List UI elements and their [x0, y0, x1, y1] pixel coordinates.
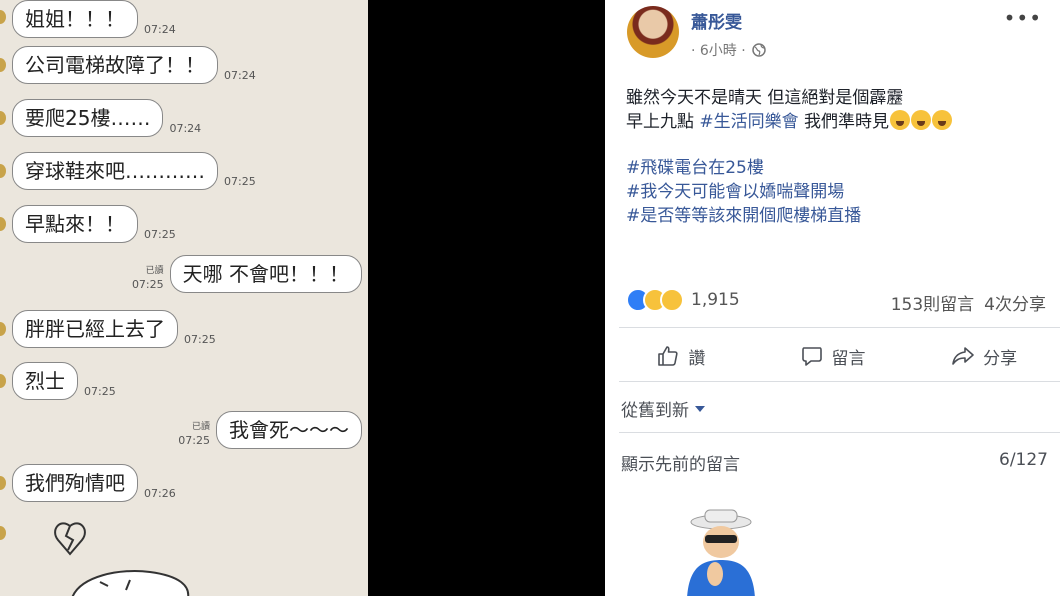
hashtag-link[interactable]: #生活同樂會 — [699, 112, 798, 132]
crying-emoji-icon — [932, 110, 953, 130]
comment-icon — [801, 347, 822, 366]
comment-pagination-count: 6/127 — [999, 450, 1048, 470]
message-time: 07:25 — [178, 434, 210, 447]
message-time: 07:24 — [144, 23, 176, 36]
more-icon[interactable]: ••• — [1004, 6, 1042, 30]
chat-message: 我們殉情吧 07:26 — [0, 464, 182, 502]
read-receipt: 已讀 — [145, 266, 164, 276]
message-bubble: 姐姐！！！ — [12, 0, 138, 38]
chat-panel: 姐姐！！！ 07:24 公司電梯故障了！！ 07:24 要爬25樓…… 07:2… — [0, 0, 368, 596]
author-name[interactable]: 蕭彤雯 — [691, 8, 742, 33]
message-bubble: 天哪 不會吧！！！ — [169, 255, 362, 293]
message-time: 07:25 — [131, 278, 164, 291]
message-bubble: 穿球鞋來吧………… — [12, 152, 218, 190]
post-time[interactable]: · 6小時 · — [691, 40, 746, 60]
chat-message: 姐姐！！！ 07:24 — [0, 0, 182, 38]
share-label: 分享 — [983, 348, 1018, 369]
post-text: 我們準時見 — [798, 112, 890, 132]
message-meta: 已讀 07:25 — [132, 265, 164, 291]
message-time: 07:25 — [84, 385, 116, 398]
message-time: 07:25 — [144, 228, 176, 241]
message-time: 07:26 — [144, 487, 176, 500]
avatar — [0, 164, 6, 178]
hashtag-link[interactable]: #是否等等該來開個爬樓梯直播 — [626, 204, 1046, 228]
comments-count-link[interactable]: 153則留言 — [891, 290, 974, 315]
avatar — [0, 217, 6, 231]
message-meta: 已讀 07:25 — [178, 421, 210, 447]
message-bubble: 烈士 — [12, 362, 78, 400]
chat-message: 早點來！！ 07:25 — [0, 205, 182, 243]
view-previous-comments-link[interactable]: 顯示先前的留言 — [621, 450, 740, 475]
divider — [619, 381, 1060, 382]
message-time: 07:24 — [224, 69, 256, 82]
avatar — [0, 58, 6, 72]
chat-message-outgoing: 已讀 07:25 天哪 不會吧！！！ — [132, 255, 362, 293]
chat-message-outgoing: 已讀 07:25 我會死～～～ — [178, 411, 362, 449]
share-icon — [952, 347, 974, 365]
broken-heart-sticker — [54, 522, 190, 596]
sort-label: 從舊到新 — [621, 401, 689, 421]
chat-message: 公司電梯故障了！！ 07:24 — [0, 46, 262, 84]
crying-emoji-icon — [911, 110, 932, 130]
reactions-summary[interactable]: 1,915 — [626, 288, 740, 312]
black-divider — [368, 0, 605, 596]
like-label: 讚 — [688, 348, 706, 369]
divider — [619, 432, 1060, 433]
message-bubble: 公司電梯故障了！！ — [12, 46, 218, 84]
chat-message: 要爬25樓…… 07:24 — [0, 99, 207, 137]
avatar — [0, 526, 6, 540]
read-receipt: 已讀 — [191, 422, 210, 432]
divider — [619, 327, 1060, 328]
post-text: 早上九點 — [626, 112, 700, 132]
chat-message: 穿球鞋來吧………… 07:25 — [0, 152, 262, 190]
message-bubble: 要爬25樓…… — [12, 99, 164, 137]
message-time: 07:25 — [184, 333, 216, 346]
comment-label: 留言 — [831, 348, 866, 369]
post-line: 雖然今天不是晴天 但這絕對是個霹靂 — [626, 88, 904, 108]
post-line: 早上九點 #生活同樂會 我們準時見 — [626, 110, 1046, 134]
wow-reaction-icon — [660, 288, 684, 312]
message-bubble: 我會死～～～ — [216, 411, 362, 449]
hashtag-link[interactable]: #飛碟電台在25樓 — [626, 156, 1046, 180]
message-bubble: 早點來！！ — [12, 205, 138, 243]
message-bubble: 胖胖已經上去了 — [12, 310, 178, 348]
post-body: 雖然今天不是晴天 但這絕對是個霹靂 早上九點 #生活同樂會 我們準時見 #飛碟電… — [626, 86, 1046, 228]
message-time: 07:25 — [224, 175, 256, 188]
caret-down-icon — [695, 405, 705, 412]
cartoon-sticker — [687, 509, 755, 596]
crying-emoji-icon — [890, 110, 911, 130]
message-bubble: 我們殉情吧 — [12, 464, 138, 502]
post-actions: 讚 留言 分享 — [605, 336, 1060, 376]
post-stats: 153則留言 4次分享 — [891, 290, 1046, 315]
chat-message: 烈士 07:25 — [0, 362, 122, 400]
shares-count-link[interactable]: 4次分享 — [984, 290, 1046, 315]
avatar — [0, 374, 6, 388]
thumbs-up-icon — [658, 346, 678, 366]
message-time: 07:24 — [169, 122, 202, 135]
avatar — [0, 10, 6, 24]
share-button[interactable]: 分享 — [908, 336, 1060, 376]
globe-icon — [751, 43, 766, 57]
like-button[interactable]: 讚 — [605, 336, 757, 376]
reactions-count: 1,915 — [691, 290, 740, 310]
avatar — [0, 476, 6, 490]
comment-sort-dropdown[interactable]: 從舊到新 — [621, 396, 705, 421]
facebook-post: 蕭彤雯 · 6小時 · ••• 雖然今天不是晴天 但這絕對是個霹靂 早上九點 #… — [605, 0, 1060, 596]
avatar — [0, 111, 6, 125]
hashtag-link[interactable]: #我今天可能會以嬌喘聲開場 — [626, 180, 1046, 204]
post-timestamp: · 6小時 · — [691, 40, 766, 60]
chat-message: 胖胖已經上去了 07:25 — [0, 310, 222, 348]
avatar — [0, 322, 6, 336]
comment-button[interactable]: 留言 — [757, 336, 909, 376]
author-avatar[interactable] — [627, 6, 679, 58]
